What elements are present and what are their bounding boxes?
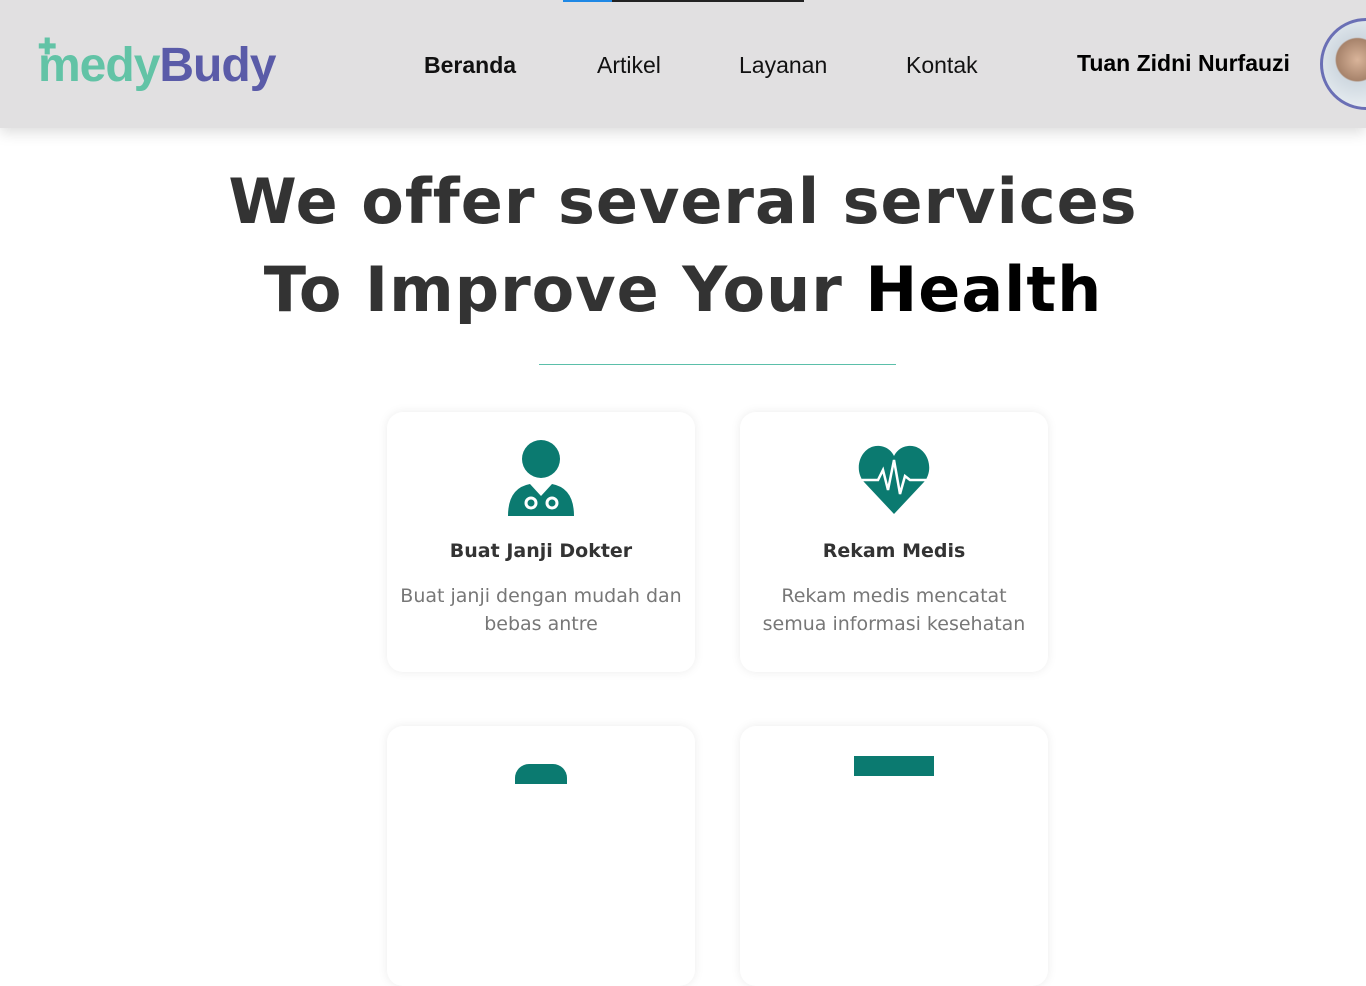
scroll-progress bbox=[563, 0, 804, 2]
service-icon bbox=[515, 764, 567, 784]
heart-pulse-icon bbox=[858, 445, 930, 514]
hero-title: We offer several services To Improve You… bbox=[228, 165, 1138, 326]
service-card-medical-record[interactable]: Rekam Medis Rekam medis mencatat semua i… bbox=[740, 412, 1048, 672]
service-title: Buat Janji Dokter bbox=[449, 540, 633, 562]
doctor-icon bbox=[508, 440, 574, 516]
nav-kontak[interactable]: Kontak bbox=[906, 52, 978, 79]
divider bbox=[539, 364, 896, 365]
navbar: ✚ medyBudy Beranda Artikel Layanan Konta… bbox=[0, 0, 1366, 128]
logo[interactable]: ✚ medyBudy bbox=[38, 34, 276, 94]
avatar[interactable] bbox=[1320, 18, 1366, 110]
service-title: Rekam Medis bbox=[822, 540, 966, 562]
nav-beranda[interactable]: Beranda bbox=[424, 52, 516, 79]
user-name[interactable]: Tuan Zidni Nurfauzi bbox=[1077, 50, 1290, 77]
nav-layanan[interactable]: Layanan bbox=[739, 52, 827, 79]
service-card-appointment[interactable]: Buat Janji Dokter Buat janji dengan muda… bbox=[387, 412, 695, 672]
service-desc: Buat janji dengan mudah dan bebas antre bbox=[400, 585, 682, 635]
service-card-3[interactable] bbox=[387, 726, 695, 986]
service-card-4[interactable] bbox=[740, 726, 1048, 986]
nav-artikel[interactable]: Artikel bbox=[597, 52, 661, 79]
plus-icon: ✚ bbox=[38, 34, 56, 59]
service-desc: Rekam medis mencatat semua informasi kes… bbox=[762, 585, 1026, 635]
service-icon bbox=[854, 756, 934, 776]
